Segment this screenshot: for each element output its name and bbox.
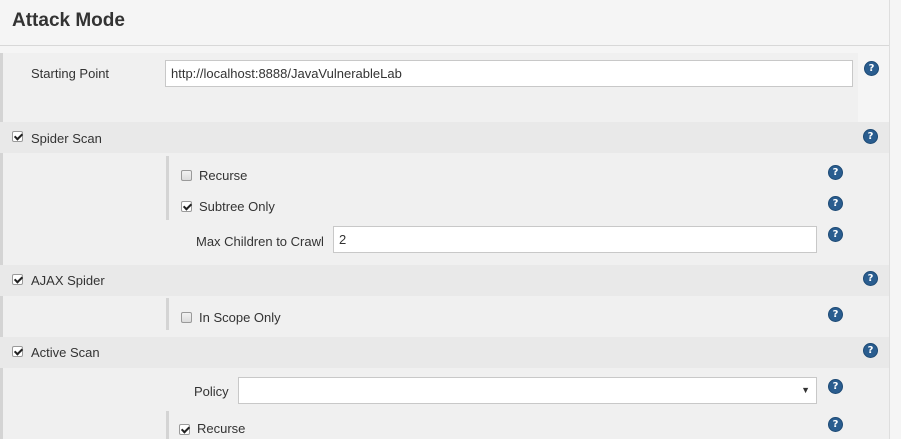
caret-down-icon: ▼ [801, 385, 810, 395]
ajax-spider-subgroup-bar [166, 298, 169, 330]
panel-right-border [889, 0, 890, 439]
active-scan-help-icon[interactable] [863, 343, 878, 358]
spider-recurse-help-icon[interactable] [828, 165, 843, 180]
spider-recurse-label: Recurse [199, 168, 248, 183]
spider-scan-indent [0, 153, 3, 265]
starting-point-input[interactable] [165, 60, 853, 87]
ajax-spider-label: AJAX Spider [31, 273, 105, 288]
active-scan-checkbox[interactable] [12, 346, 23, 357]
active-recurse-checkbox[interactable] [179, 424, 190, 435]
spider-scan-checkbox[interactable] [12, 131, 23, 142]
in-scope-only-label: In Scope Only [199, 310, 281, 325]
spider-scan-subgroup-bar [166, 156, 169, 220]
starting-point-label: Starting Point [31, 66, 110, 81]
spider-recurse-checkbox[interactable] [181, 170, 192, 181]
active-scan-row [0, 337, 889, 368]
active-scan-subgroup-bar [166, 411, 169, 439]
ajax-spider-row [0, 265, 889, 296]
active-scan-indent [0, 368, 3, 439]
subtree-only-label: Subtree Only [199, 199, 275, 214]
subtree-only-help-icon[interactable] [828, 196, 843, 211]
spider-scan-help-icon[interactable] [863, 129, 878, 144]
subtree-only-checkbox[interactable] [181, 201, 192, 212]
max-children-input[interactable] [333, 226, 817, 253]
max-children-help-icon[interactable] [828, 227, 843, 242]
starting-point-help-icon[interactable] [864, 61, 879, 76]
starting-point-indent [0, 53, 3, 122]
active-recurse-help-icon[interactable] [828, 417, 843, 432]
section-title: Attack Mode [12, 10, 125, 31]
title-divider [0, 45, 890, 46]
policy-select[interactable]: ▼ [238, 377, 817, 404]
spider-scan-row [0, 122, 889, 153]
active-recurse-label: Recurse [197, 421, 246, 436]
policy-label: Policy [194, 384, 229, 399]
policy-help-icon[interactable] [828, 379, 843, 394]
ajax-spider-options [0, 296, 889, 337]
ajax-spider-help-icon[interactable] [863, 271, 878, 286]
ajax-spider-indent [0, 296, 3, 337]
ajax-spider-checkbox[interactable] [12, 274, 23, 285]
max-children-label: Max Children to Crawl [196, 234, 324, 249]
active-scan-label: Active Scan [31, 345, 100, 360]
in-scope-only-help-icon[interactable] [828, 307, 843, 322]
in-scope-only-checkbox[interactable] [181, 312, 192, 323]
spider-scan-label: Spider Scan [31, 131, 102, 146]
